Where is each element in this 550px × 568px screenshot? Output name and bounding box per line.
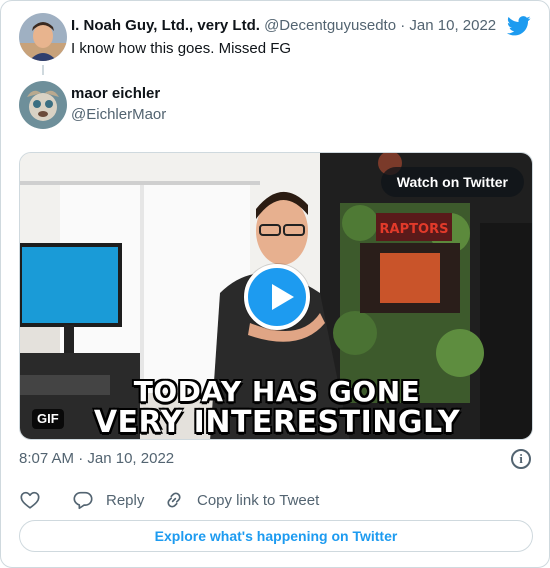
video-thumbnail[interactable]: RAPTORS Watch on Twitter TODAY HAS GONE … xyxy=(19,152,533,440)
author-handle[interactable]: @EichlerMaor xyxy=(71,106,166,123)
parent-date[interactable]: Jan 10, 2022 xyxy=(409,17,496,34)
raptors-sign-text: RAPTORS xyxy=(380,222,449,237)
video-caption-line1: TODAY HAS GONE xyxy=(133,375,421,408)
parent-separator: · xyxy=(400,17,406,34)
author-avatar[interactable] xyxy=(19,81,67,129)
parent-header: I. Noah Guy, Ltd., very Ltd. @Decentguyu… xyxy=(71,17,496,34)
parent-name[interactable]: I. Noah Guy, Ltd., very Ltd. xyxy=(71,17,260,34)
tweet-embed-card: I. Noah Guy, Ltd., very Ltd. @Decentguyu… xyxy=(0,0,550,568)
info-icon[interactable]: i xyxy=(511,449,531,469)
tweet-date[interactable]: Jan 10, 2022 xyxy=(87,450,174,467)
parent-avatar[interactable] xyxy=(19,13,67,61)
parent-handle[interactable]: @Decentguyusedto xyxy=(264,17,396,34)
reply-label: Reply xyxy=(106,491,145,509)
tweet-author[interactable]: maor eichler @EichlerMaor xyxy=(19,81,519,129)
timestamp-separator: · xyxy=(78,450,84,467)
like-button[interactable] xyxy=(19,487,41,513)
gif-badge: GIF xyxy=(32,409,64,429)
copy-link-button[interactable]: Copy link to Tweet xyxy=(163,487,319,513)
copy-link-label: Copy link to Tweet xyxy=(197,491,320,509)
explore-twitter-button[interactable]: Explore what's happening on Twitter xyxy=(19,520,533,552)
video-caption-line2: VERY INTERESTINGLY xyxy=(93,405,461,440)
author-name[interactable]: maor eichler xyxy=(71,85,160,102)
heart-icon xyxy=(20,491,40,509)
play-button[interactable] xyxy=(244,264,310,330)
parent-tweet[interactable]: I. Noah Guy, Ltd., very Ltd. @Decentguyu… xyxy=(19,13,539,73)
watch-on-twitter-button[interactable]: Watch on Twitter xyxy=(380,167,524,197)
tweet-timestamp[interactable]: 8:07 AM · Jan 10, 2022 xyxy=(19,450,174,467)
tweet-actions: Reply Copy link to Tweet xyxy=(19,487,519,513)
tweet-time[interactable]: 8:07 AM xyxy=(19,450,74,467)
link-icon xyxy=(167,492,181,508)
reply-icon xyxy=(73,491,93,510)
twitter-logo-icon[interactable] xyxy=(506,15,531,37)
reply-button[interactable]: Reply xyxy=(72,487,144,513)
thread-connector-line xyxy=(42,65,44,75)
parent-tweet-text: I know how this goes. Missed FG xyxy=(71,40,292,57)
